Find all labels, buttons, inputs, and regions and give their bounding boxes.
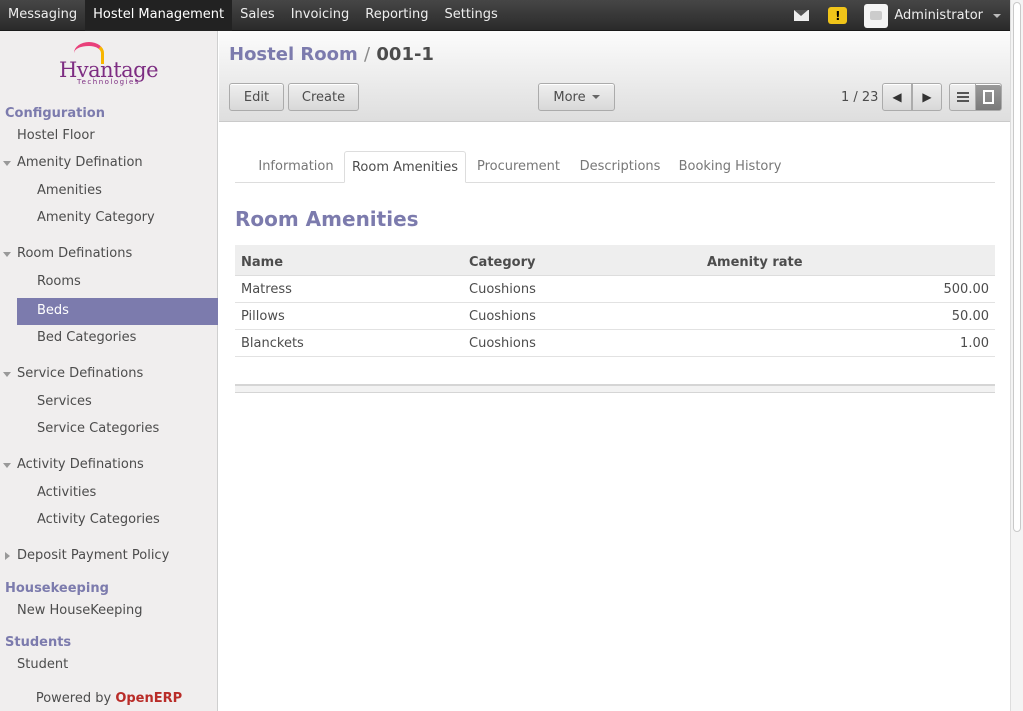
sidebar: Hvantage Technologies Configuration Host… xyxy=(0,31,218,711)
warning-icon[interactable]: ! xyxy=(828,7,848,24)
powered-by: Powered by OpenERP xyxy=(0,691,218,706)
cell-rate: 500.00 xyxy=(943,282,990,297)
amenities-table: Name Category Amenity rate Matress Cuosh… xyxy=(235,245,995,357)
sidebar-item-activity-categories[interactable]: Activity Categories xyxy=(37,512,160,527)
sidebar-item-rooms[interactable]: Rooms xyxy=(37,274,81,289)
menu-sales[interactable]: Sales xyxy=(232,0,283,31)
menu-invoicing[interactable]: Invoicing xyxy=(283,0,358,31)
menu-messaging[interactable]: Messaging xyxy=(0,0,85,31)
sidebar-item-bed-categories[interactable]: Bed Categories xyxy=(37,330,136,345)
cell-rate: 50.00 xyxy=(951,309,989,324)
sidebar-item-activity-definations[interactable]: Activity Definations xyxy=(17,457,144,472)
section-configuration[interactable]: Configuration xyxy=(5,106,105,121)
sidebar-item-beds[interactable]: Beds xyxy=(17,298,218,325)
cell-category: Cuoshions xyxy=(469,336,536,351)
sidebar-item-amenity-category[interactable]: Amenity Category xyxy=(37,210,155,225)
triangle-right-icon[interactable] xyxy=(5,552,10,560)
menu-reporting[interactable]: Reporting xyxy=(357,0,436,31)
sidebar-item-hostel-floor[interactable]: Hostel Floor xyxy=(17,128,95,143)
pager-next-button[interactable]: ▶ xyxy=(912,83,942,111)
company-logo[interactable]: Hvantage Technologies xyxy=(0,31,217,97)
section-title: Room Amenities xyxy=(235,207,419,231)
top-navbar: Messaging Hostel Management Sales Invoic… xyxy=(0,0,1010,31)
menu-hostel-management[interactable]: Hostel Management xyxy=(85,0,233,31)
arrow-right-icon: ▶ xyxy=(922,90,932,104)
pager-value[interactable]: 1 / 23 xyxy=(841,90,878,105)
chevron-down-icon[interactable] xyxy=(993,13,1001,18)
triangle-down-icon[interactable] xyxy=(3,161,11,166)
tab-room-amenities[interactable]: Room Amenities xyxy=(344,151,466,183)
page-scrollbar[interactable] xyxy=(1010,0,1023,711)
sidebar-item-deposit-payment-policy[interactable]: Deposit Payment Policy xyxy=(17,548,169,563)
logo-sub: Technologies xyxy=(77,78,140,86)
cell-category: Cuoshions xyxy=(469,282,536,297)
scrollbar-thumb[interactable] xyxy=(1013,2,1021,532)
triangle-down-icon[interactable] xyxy=(3,252,11,257)
sidebar-item-amenity-defination[interactable]: Amenity Defination xyxy=(17,155,143,170)
control-panel: Hostel Room / 001-1 Edit Create More 1 /… xyxy=(219,31,1010,122)
section-students[interactable]: Students xyxy=(5,635,71,650)
form-view-button[interactable] xyxy=(975,83,1002,111)
sidebar-item-services[interactable]: Services xyxy=(37,394,92,409)
tab-information[interactable]: Information xyxy=(252,151,340,183)
avatar[interactable] xyxy=(864,3,889,28)
sidebar-item-service-definations[interactable]: Service Definations xyxy=(17,366,143,381)
pager-previous-button[interactable]: ◀ xyxy=(882,83,912,111)
triangle-down-icon[interactable] xyxy=(3,463,11,468)
sidebar-item-label: Beds xyxy=(37,303,69,318)
powered-by-text: Powered by xyxy=(35,691,112,706)
sidebar-item-activities[interactable]: Activities xyxy=(37,485,96,500)
chevron-down-icon xyxy=(591,95,600,99)
more-button[interactable]: More xyxy=(538,83,615,111)
tab-procurement[interactable]: Procurement xyxy=(472,151,565,183)
section-housekeeping[interactable]: Housekeeping xyxy=(5,581,109,596)
list-icon xyxy=(956,92,969,102)
sidebar-item-service-categories[interactable]: Service Categories xyxy=(37,421,159,436)
sidebar-item-amenities[interactable]: Amenities xyxy=(37,183,102,198)
cell-name: Matress xyxy=(241,282,292,297)
breadcrumb-parent[interactable]: Hostel Room xyxy=(229,44,358,65)
sidebar-item-new-housekeeping[interactable]: New HouseKeeping xyxy=(17,603,142,618)
more-label: More xyxy=(553,89,586,105)
top-menu: Messaging Hostel Management Sales Invoic… xyxy=(0,0,506,31)
tab-descriptions[interactable]: Descriptions xyxy=(577,151,663,183)
cell-category: Cuoshions xyxy=(469,309,536,324)
table-row[interactable]: Pillows Cuoshions 50.00 xyxy=(235,303,995,330)
list-view-button[interactable] xyxy=(949,83,976,111)
create-button[interactable]: Create xyxy=(288,83,359,111)
user-area: ! Administrator xyxy=(794,0,1010,31)
cell-name: Pillows xyxy=(241,309,285,324)
sidebar-item-room-definations[interactable]: Room Definations xyxy=(17,246,132,261)
cell-rate: 1.00 xyxy=(960,336,989,351)
triangle-down-icon[interactable] xyxy=(3,372,11,377)
powered-by-brand[interactable]: OpenERP xyxy=(115,691,182,706)
menu-settings[interactable]: Settings xyxy=(436,0,505,31)
camera-icon xyxy=(870,11,883,20)
notebook-tabs: Information Room Amenities Procurement D… xyxy=(235,151,995,183)
mail-icon[interactable] xyxy=(794,10,810,21)
table-row[interactable]: Blanckets Cuoshions 1.00 xyxy=(235,330,995,357)
table-row[interactable]: Matress Cuoshions 500.00 xyxy=(235,276,995,303)
breadcrumb: Hostel Room / 001-1 xyxy=(229,44,434,65)
edit-button[interactable]: Edit xyxy=(229,83,284,111)
cell-name: Blanckets xyxy=(241,336,304,351)
tab-booking-history[interactable]: Booking History xyxy=(677,151,783,183)
table-header: Name Category Amenity rate xyxy=(235,245,995,276)
breadcrumb-separator: / xyxy=(364,44,371,65)
arrow-left-icon: ◀ xyxy=(892,90,902,104)
table-footer xyxy=(235,384,995,393)
user-menu[interactable]: Administrator xyxy=(894,8,983,23)
form-icon xyxy=(983,90,994,104)
sidebar-item-student[interactable]: Student xyxy=(17,657,68,672)
breadcrumb-current: 001-1 xyxy=(376,44,434,65)
